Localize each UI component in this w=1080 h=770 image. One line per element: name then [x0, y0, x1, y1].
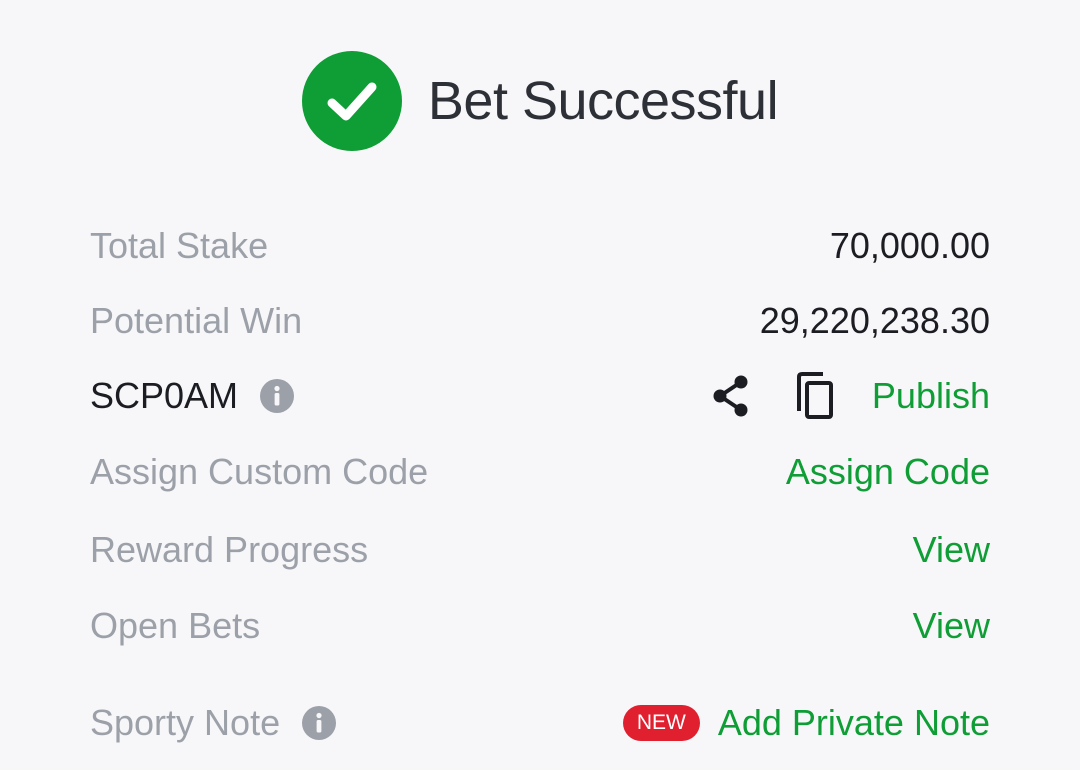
- total-stake-value: 70,000.00: [829, 225, 990, 266]
- booking-code-row: SCP0AM Publish: [90, 366, 990, 426]
- bet-success-header: Bet Successful: [0, 50, 1080, 152]
- total-stake-label: Total Stake: [90, 225, 269, 266]
- reward-progress-view-button[interactable]: View: [913, 529, 990, 571]
- custom-code-row: Assign Custom Code Assign Code: [90, 442, 990, 502]
- potential-win-label: Potential Win: [90, 300, 303, 341]
- booking-code-group: SCP0AM: [90, 375, 295, 417]
- open-bets-label: Open Bets: [90, 605, 261, 646]
- check-circle-icon: [301, 51, 402, 151]
- total-stake-row: Total Stake 70,000.00: [90, 216, 990, 276]
- sporty-note-group: Sporty Note: [90, 702, 337, 744]
- booking-actions: Publish: [708, 371, 990, 421]
- sporty-note-actions: NEW Add Private Note: [622, 702, 990, 744]
- custom-code-label: Assign Custom Code: [90, 451, 429, 492]
- reward-progress-row: Reward Progress View: [90, 520, 990, 580]
- potential-win-value: 29,220,238.30: [759, 300, 990, 341]
- info-icon[interactable]: [260, 379, 295, 413]
- bet-success-panel: Bet Successful Total Stake 70,000.00 Pot…: [0, 0, 1080, 770]
- add-private-note-button[interactable]: Add Private Note: [718, 702, 990, 744]
- open-bets-view-button[interactable]: View: [913, 605, 990, 647]
- booking-code-value: SCP0AM: [90, 375, 239, 416]
- new-badge: NEW: [622, 705, 700, 741]
- sporty-note-row: Sporty Note NEW Add Private Note: [90, 693, 990, 753]
- open-bets-row: Open Bets View: [90, 596, 990, 656]
- potential-win-row: Potential Win 29,220,238.30: [90, 291, 990, 351]
- share-icon[interactable]: [708, 371, 754, 421]
- sporty-note-label: Sporty Note: [90, 702, 281, 743]
- page-title: Bet Successful: [427, 71, 779, 131]
- info-icon[interactable]: [302, 706, 337, 740]
- publish-button[interactable]: Publish: [872, 375, 990, 417]
- assign-code-button[interactable]: Assign Code: [786, 451, 990, 493]
- reward-progress-label: Reward Progress: [90, 529, 369, 570]
- copy-icon[interactable]: [790, 371, 836, 421]
